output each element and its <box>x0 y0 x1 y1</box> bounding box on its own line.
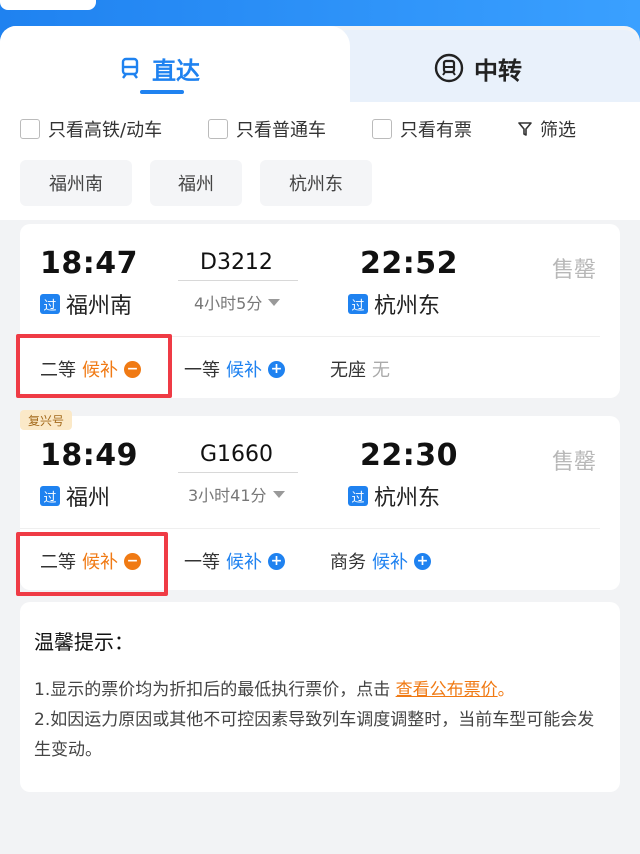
station-chip-label: 福州南 <box>49 174 103 195</box>
highlight-box <box>16 334 172 398</box>
filter-high-speed[interactable]: 只看高铁/动车 <box>20 116 162 142</box>
transfer-train-icon <box>434 53 464 83</box>
tab-direct-indicator <box>140 90 184 94</box>
top-back-pill[interactable] <box>0 0 96 10</box>
seat-business-class[interactable]: 商务 候补 + <box>330 548 431 574</box>
seat-class: 一等 <box>184 552 220 573</box>
seat-status: 无 <box>372 360 390 381</box>
plus-circle-icon[interactable]: + <box>414 552 431 570</box>
seat-status: 候补 <box>372 552 408 573</box>
depart-station: 过 福州南 <box>40 288 132 320</box>
filter-label: 只看普通车 <box>236 120 326 141</box>
depart-station-name: 福州 <box>66 486 111 511</box>
plus-circle-icon[interactable]: + <box>268 360 285 378</box>
funnel-icon <box>518 122 532 136</box>
train-number[interactable]: G1660 <box>200 442 273 467</box>
caret-down-icon <box>268 298 281 306</box>
caret-down-icon <box>272 490 285 498</box>
tips-title: 温馨提示： <box>34 630 134 654</box>
filter-regular[interactable]: 只看普通车 <box>208 116 326 142</box>
seat-first-class[interactable]: 一等 候补 + <box>184 356 285 382</box>
depart-station-name: 福州南 <box>66 294 133 319</box>
tips-line-2: 2.如因运力原因或其他不可控因素导致列车调度调整时，当前车型可能会发生变动。 <box>34 710 595 760</box>
seat-class: 无座 <box>330 360 366 381</box>
checkbox-icon[interactable] <box>208 119 228 139</box>
tab-transfer[interactable]: 中转 <box>434 50 522 86</box>
view-published-fare-link[interactable]: 查看公布票价 <box>396 680 498 700</box>
filter-more[interactable]: 筛选 <box>518 116 576 142</box>
station-chip-hangzhoudong[interactable]: 杭州东 <box>260 160 372 206</box>
arrive-time: 22:30 <box>360 438 458 473</box>
train-number[interactable]: D3212 <box>200 250 273 275</box>
sold-out-status: 售罄 <box>552 258 597 283</box>
train-route-line <box>178 280 298 281</box>
tips-line-1-suffix: 。 <box>497 680 515 700</box>
tips-line-1-text: 1.显示的票价均为折扣后的最低执行票价，点击 <box>34 680 396 700</box>
checkbox-icon[interactable] <box>20 119 40 139</box>
filter-label: 只看高铁/动车 <box>48 120 163 141</box>
duration[interactable]: 4小时5分 <box>194 290 281 314</box>
station-chip-label: 福州 <box>178 174 214 195</box>
filter-label: 只看有票 <box>400 120 472 141</box>
arrive-station-name: 杭州东 <box>374 294 441 319</box>
pass-badge: 过 <box>40 294 60 314</box>
tab-transfer-label: 中转 <box>474 56 522 85</box>
depart-time: 18:47 <box>40 246 138 281</box>
pass-badge: 过 <box>40 486 60 506</box>
train-icon <box>121 57 139 79</box>
seat-class: 商务 <box>330 552 366 573</box>
arrive-station: 过 杭州东 <box>348 288 440 320</box>
station-chip-fuzhou[interactable]: 福州 <box>150 160 242 206</box>
filter-available[interactable]: 只看有票 <box>372 116 472 142</box>
seat-status: 候补 <box>226 360 262 381</box>
card-divider <box>20 528 600 529</box>
arrive-station: 过 杭州东 <box>348 480 440 512</box>
highlight-box <box>16 532 168 596</box>
depart-station: 过 福州 <box>40 480 110 512</box>
pass-badge: 过 <box>348 294 368 314</box>
duration-text: 4小时5分 <box>194 294 263 313</box>
seat-no-seat: 无座 无 <box>330 356 390 382</box>
plus-circle-icon[interactable]: + <box>268 552 285 570</box>
seat-first-class[interactable]: 一等 候补 + <box>184 548 285 574</box>
tab-direct-label: 直达 <box>152 56 200 85</box>
depart-time: 18:49 <box>40 438 138 473</box>
seat-class: 一等 <box>184 360 220 381</box>
tips-line-1: 1.显示的票价均为折扣后的最低执行票价，点击 查看公布票价。 <box>34 675 606 705</box>
sold-out-status: 售罄 <box>552 450 597 475</box>
tips-panel: 温馨提示： 1.显示的票价均为折扣后的最低执行票价，点击 查看公布票价。 2.如… <box>20 602 620 792</box>
station-chip-fuzhounan[interactable]: 福州南 <box>20 160 132 206</box>
tab-direct[interactable]: 直达 <box>118 50 200 86</box>
fuxing-badge: 复兴号 <box>20 410 73 430</box>
arrive-station-name: 杭州东 <box>374 486 441 511</box>
duration[interactable]: 3小时41分 <box>188 482 285 506</box>
pass-badge: 过 <box>348 486 368 506</box>
station-chip-label: 杭州东 <box>289 174 343 195</box>
checkbox-icon[interactable] <box>372 119 392 139</box>
filter-label: 筛选 <box>540 120 576 141</box>
seat-status: 候补 <box>226 552 262 573</box>
duration-text: 3小时41分 <box>188 486 267 505</box>
train-route-line <box>178 472 298 473</box>
arrive-time: 22:52 <box>360 246 458 281</box>
